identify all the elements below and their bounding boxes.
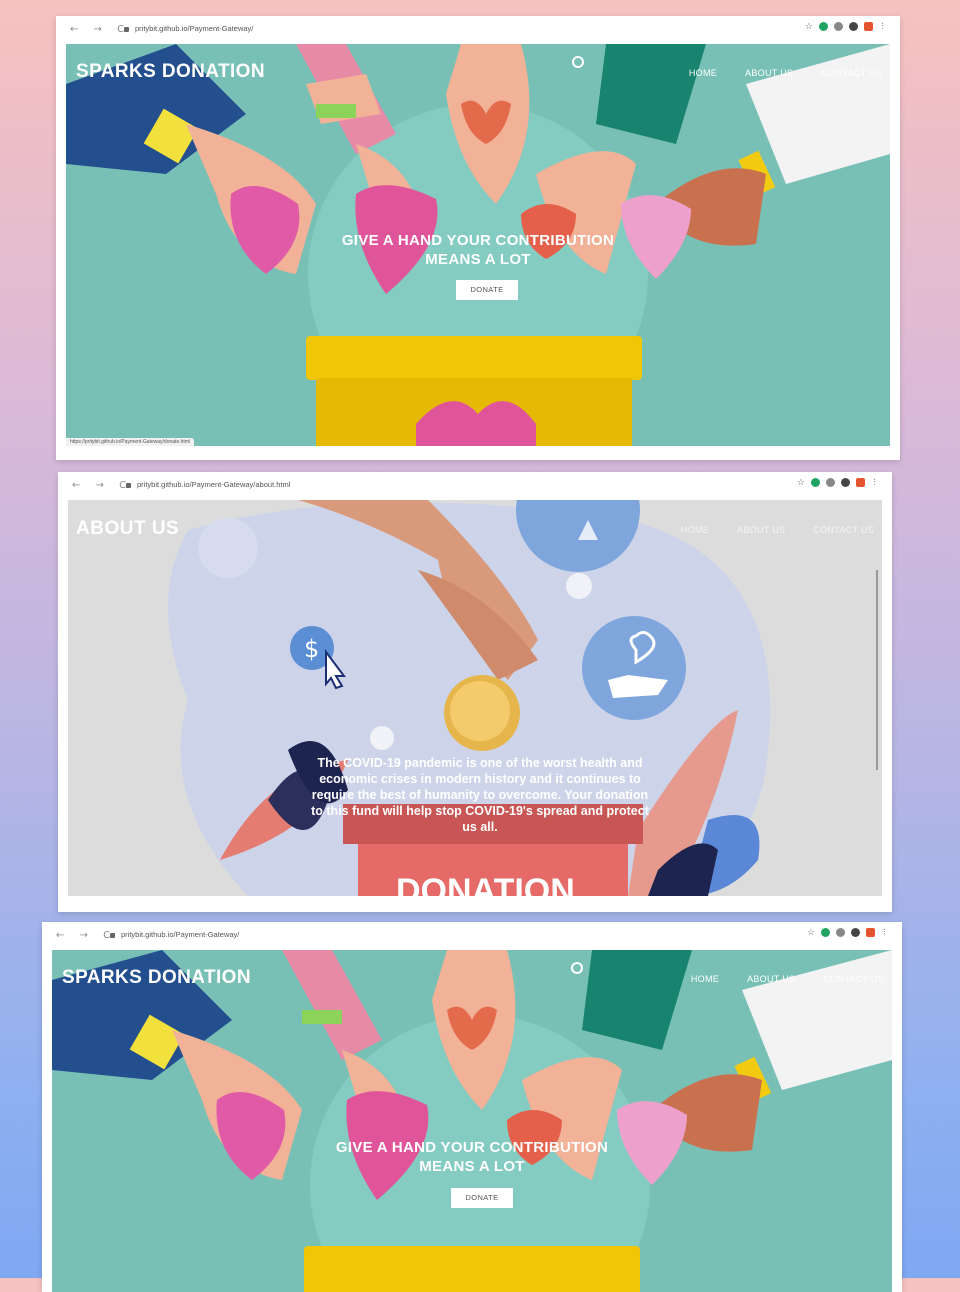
nav-home-link[interactable]: HOME <box>689 68 717 78</box>
main-nav: HOME ABOUT US CONTACT US <box>681 525 874 535</box>
menu-dots-icon[interactable]: ⋮ <box>879 22 886 31</box>
main-nav: HOME ABOUT US CONTACT US <box>691 974 884 984</box>
url-text: pritybit.github.io/Payment-Gateway/ <box>135 24 254 33</box>
extensions-area: ☆ ⋮ <box>807 928 888 937</box>
donate-button[interactable]: DONATE <box>456 280 518 300</box>
svg-text:DONATION: DONATION <box>396 872 575 896</box>
address-bar[interactable]: pritybit.github.io/Payment-Gateway/ <box>124 24 253 33</box>
screenshot-home-2: ← → C pritybit.github.io/Payment-Gateway… <box>42 922 902 1292</box>
extension-icon[interactable] <box>821 928 830 937</box>
extension-icon[interactable] <box>826 478 835 487</box>
page-title: ABOUT US <box>76 518 180 539</box>
browser-nav-buttons[interactable]: ← → C <box>56 930 116 941</box>
browser-toolbar: ← → C pritybit.github.io/Payment-Gateway… <box>68 472 882 500</box>
headline-line-2: MEANS A LOT <box>425 251 531 268</box>
screenshot-about: ← → C pritybit.github.io/Payment-Gateway… <box>58 472 892 912</box>
star-icon[interactable]: ☆ <box>797 478 805 487</box>
address-bar[interactable]: pritybit.github.io/Payment-Gateway/ <box>110 930 239 939</box>
screenshot-home-1: ← → C pritybit.github.io/Payment-Gateway… <box>56 16 900 460</box>
profile-avatar[interactable] <box>864 22 873 31</box>
nav-home-link[interactable]: HOME <box>691 974 719 984</box>
nav-contact-link[interactable]: CONTACT US <box>813 525 874 535</box>
lock-icon <box>110 932 115 938</box>
extension-icon[interactable] <box>841 478 850 487</box>
nav-contact-link[interactable]: CONTACT US <box>823 974 884 984</box>
browser-nav-buttons[interactable]: ← → C <box>70 24 130 35</box>
lock-icon <box>126 482 131 488</box>
donate-button[interactable]: DONATE <box>451 1188 513 1208</box>
headline-line-2: MEANS A LOT <box>419 1158 525 1175</box>
svg-text:$: $ <box>304 635 319 663</box>
status-bar: https://pritybit.github.io/Payment-Gatew… <box>66 438 195 446</box>
about-paragraph: The COVID-19 pandemic is one of the wors… <box>311 756 649 834</box>
main-nav: HOME ABOUT US CONTACT US <box>689 68 882 78</box>
nav-about-link[interactable]: ABOUT US <box>747 974 795 984</box>
profile-avatar[interactable] <box>856 478 865 487</box>
nav-home-link[interactable]: HOME <box>681 525 709 535</box>
extensions-area: ☆ ⋮ <box>805 22 886 31</box>
extension-icon[interactable] <box>836 928 845 937</box>
extensions-area: ☆ ⋮ <box>797 478 878 487</box>
extension-icon[interactable] <box>834 22 843 31</box>
browser-toolbar: ← → C pritybit.github.io/Payment-Gateway… <box>66 16 890 44</box>
site-logo[interactable]: SPARKS DONATION <box>76 61 265 83</box>
lock-icon <box>124 26 129 32</box>
page-viewport: $ DONATION ABOUT US HOME ABOUT US CONTAC… <box>68 500 882 896</box>
hero-headline: GIVE A HAND YOUR CONTRIBUTION MEANS A LO… <box>66 231 890 269</box>
extension-icon[interactable] <box>811 478 820 487</box>
star-icon[interactable]: ☆ <box>805 22 813 31</box>
donation-illustration: $ DONATION <box>168 500 878 896</box>
hands-illustration <box>52 950 892 1292</box>
browser-toolbar: ← → C pritybit.github.io/Payment-Gateway… <box>52 922 892 950</box>
hero-headline: GIVE A HAND YOUR CONTRIBUTION MEANS A LO… <box>52 1138 892 1176</box>
nav-contact-link[interactable]: CONTACT US <box>821 68 882 78</box>
extension-icon[interactable] <box>819 22 828 31</box>
profile-avatar[interactable] <box>866 928 875 937</box>
star-icon[interactable]: ☆ <box>807 928 815 937</box>
site-logo[interactable]: SPARKS DONATION <box>62 967 251 989</box>
menu-dots-icon[interactable]: ⋮ <box>881 928 888 937</box>
url-text: pritybit.github.io/Payment-Gateway/ <box>121 930 240 939</box>
url-text: pritybit.github.io/Payment-Gateway/about… <box>137 480 291 489</box>
address-bar[interactable]: pritybit.github.io/Payment-Gateway/about… <box>126 480 290 489</box>
extension-icon[interactable] <box>849 22 858 31</box>
page-viewport: SPARKS DONATION HOME ABOUT US CONTACT US… <box>66 44 890 446</box>
headline-line-1: GIVE A HAND YOUR CONTRIBUTION <box>341 232 615 249</box>
headline-line-1: GIVE A HAND YOUR CONTRIBUTION <box>335 1139 609 1156</box>
nav-about-link[interactable]: ABOUT US <box>745 68 793 78</box>
nav-about-link[interactable]: ABOUT US <box>737 525 785 535</box>
page-viewport: SPARKS DONATION HOME ABOUT US CONTACT US… <box>52 950 892 1292</box>
menu-dots-icon[interactable]: ⋮ <box>871 478 878 487</box>
browser-nav-buttons[interactable]: ← → C <box>72 480 132 491</box>
extension-icon[interactable] <box>851 928 860 937</box>
